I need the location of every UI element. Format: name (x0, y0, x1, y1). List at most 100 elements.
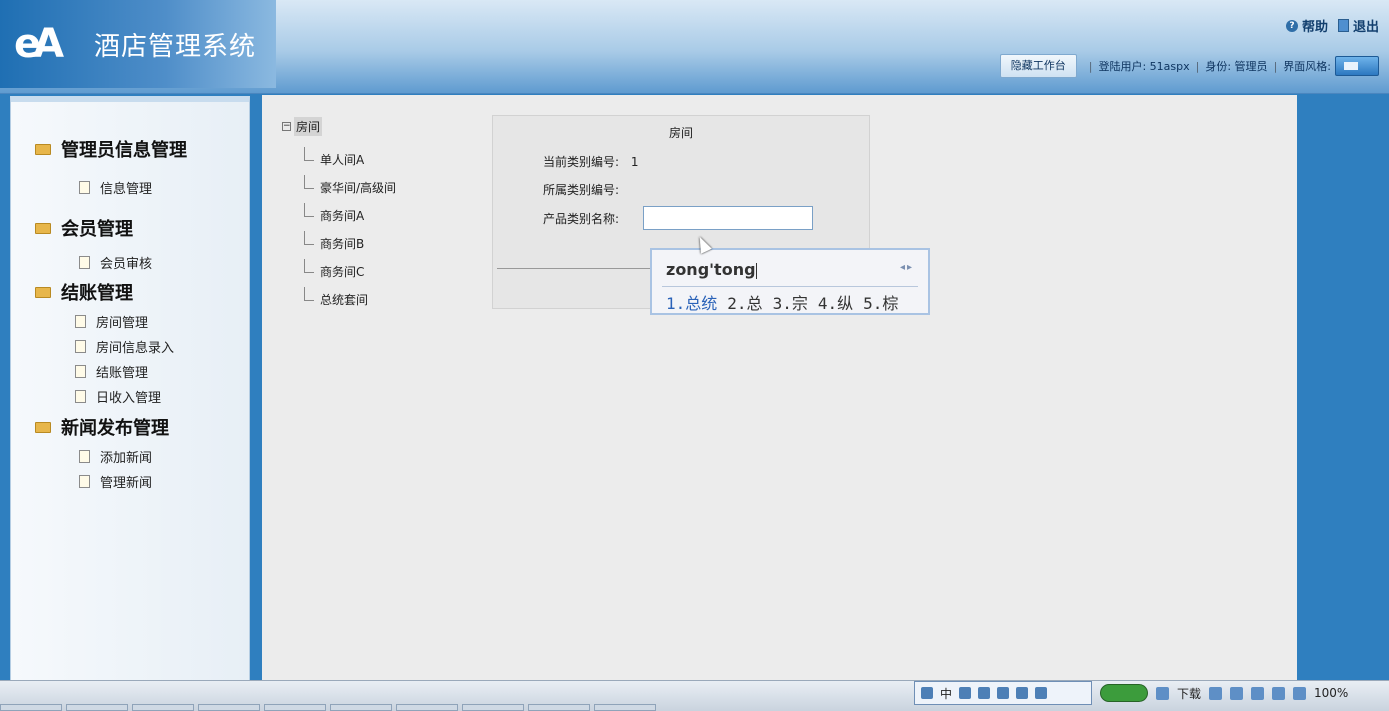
header: eA 酒店管理系统 ? 帮助 退出 隐藏工作台 | 登陆用户: 51aspx |… (0, 0, 1389, 94)
punctuation-icon[interactable] (978, 687, 991, 699)
category-name-input[interactable] (643, 206, 813, 230)
sidebar-item-info[interactable]: 信息管理 (79, 178, 152, 197)
collapse-icon[interactable]: − (282, 122, 291, 131)
document-icon (75, 365, 86, 378)
tree-node-label: 商务间A (320, 208, 365, 223)
ime-composition: zong'tong (666, 260, 757, 279)
ime-logo-icon[interactable] (921, 687, 933, 699)
sidebar-item-room-entry[interactable]: 房间信息录入 (75, 337, 174, 356)
user-icon[interactable] (1016, 687, 1029, 699)
sidebar-group-label: 新闻发布管理 (61, 418, 169, 439)
ime-toolbar: 中 (914, 681, 1092, 705)
ime-candidate[interactable]: 1.总统 (666, 290, 717, 314)
sidebar-item-manage-news[interactable]: 管理新闻 (79, 472, 152, 491)
ime-mode-label[interactable]: 中 (940, 685, 952, 702)
document-icon (79, 181, 90, 194)
taskbar-tab[interactable] (528, 704, 590, 711)
sidebar-item-add-news[interactable]: 添加新闻 (79, 447, 152, 466)
taskbar-tab[interactable] (264, 704, 326, 711)
sidebar-item-room-mgmt[interactable]: 房间管理 (75, 312, 148, 331)
separator: | (1273, 59, 1278, 73)
document-icon (75, 315, 86, 328)
taskbar-tab[interactable] (66, 704, 128, 711)
sidebar-item-label: 房间管理 (96, 316, 149, 331)
folder-icon (35, 143, 51, 155)
tree-node[interactable]: 商务间A (304, 201, 396, 229)
exit-label: 退出 (1352, 20, 1379, 35)
exit-link[interactable]: 退出 (1337, 16, 1379, 35)
tree-branch (304, 147, 314, 161)
hide-workbench-button[interactable]: 隐藏工作台 (999, 54, 1077, 78)
tree-node[interactable]: 商务间C (304, 257, 396, 285)
theme-label: 界面风格: (1283, 60, 1331, 73)
tree-node[interactable]: 单人间A (304, 145, 396, 173)
document-icon (75, 390, 86, 403)
exit-icon (1337, 19, 1349, 32)
sidebar-item-billing[interactable]: 结账管理 (75, 362, 148, 381)
logo-area: eA 酒店管理系统 (0, 0, 276, 88)
zoom-icon[interactable] (1293, 686, 1307, 700)
room-type-tree: − 房间 单人间A 豪华间/高级间 商务间A 商务间B 商务间C 总统套间 (282, 117, 396, 313)
sidebar-group-label: 会员管理 (61, 219, 133, 240)
user-role: 身份: 管理员 (1205, 60, 1268, 73)
tree-root[interactable]: − 房间 (282, 117, 396, 136)
tree-branch (304, 259, 314, 273)
browser-status: 下载 100% (1100, 684, 1348, 702)
taskbar-tab[interactable] (462, 704, 524, 711)
taskbar-tab[interactable] (132, 704, 194, 711)
tree-branch (304, 287, 314, 301)
parent-id-label: 所属类别编号: (543, 183, 620, 197)
tree-node-label: 单人间A (320, 152, 365, 167)
tree-node-label: 商务间B (320, 236, 365, 251)
taskbar-tab[interactable] (594, 704, 656, 711)
sidebar-group-label: 结账管理 (61, 283, 133, 304)
speaker-icon[interactable] (1272, 686, 1286, 700)
window-icon[interactable] (1209, 686, 1223, 700)
tree-node[interactable]: 总统套间 (304, 285, 396, 313)
help-link[interactable]: ? 帮助 (1285, 16, 1328, 35)
sidebar-group-admin[interactable]: 管理员信息管理 (35, 136, 187, 162)
taskbar-tab[interactable] (396, 704, 458, 711)
text-caret (755, 262, 757, 279)
tree-root-label: 房间 (294, 117, 323, 136)
tree-branch (304, 231, 314, 245)
sidebar-group-members[interactable]: 会员管理 (35, 215, 133, 241)
ime-candidates: 1.总统 2.总 3.宗 4.纵 5.棕 (666, 290, 898, 314)
sidebar-item-label: 会员审核 (100, 257, 153, 272)
taskbar-tab[interactable] (198, 704, 260, 711)
ime-candidate[interactable]: 2.总 (727, 290, 762, 314)
sidebar-group-news[interactable]: 新闻发布管理 (35, 414, 169, 440)
tree-node-label: 总统套间 (320, 292, 369, 307)
sidebar-item-label: 日收入管理 (96, 391, 162, 406)
download-label[interactable]: 下载 (1177, 685, 1201, 702)
tree-node-label: 商务间C (320, 264, 365, 279)
wrench-icon[interactable] (1035, 687, 1048, 699)
zoom-level[interactable]: 100% (1314, 686, 1348, 700)
document-icon (79, 475, 90, 488)
ime-candidate[interactable]: 3.宗 (773, 290, 808, 314)
current-id-value: 1 (630, 155, 639, 169)
sidebar-item-member-review[interactable]: 会员审核 (79, 253, 152, 272)
sidebar-item-daily-income[interactable]: 日收入管理 (75, 387, 161, 406)
download-icon[interactable] (1156, 686, 1169, 700)
name-label: 产品类别名称: (543, 212, 620, 226)
monitor-icon[interactable] (1251, 686, 1265, 700)
document-icon (79, 256, 90, 269)
folder-icon (35, 286, 51, 298)
ime-candidate[interactable]: 5.棕 (863, 290, 898, 314)
ime-candidate[interactable]: 4.纵 (818, 290, 853, 314)
ime-page-arrows-icon[interactable]: ◂▸ (900, 262, 914, 273)
theme-dropdown-button[interactable] (1335, 56, 1379, 76)
keyboard-icon[interactable] (997, 687, 1010, 699)
tree-node[interactable]: 商务间B (304, 229, 396, 257)
taskbar-tab[interactable] (0, 704, 62, 711)
divider (662, 286, 918, 287)
sidebar-item-label: 信息管理 (100, 182, 153, 197)
document-icon[interactable] (1230, 686, 1244, 700)
sidebar-group-billing[interactable]: 结账管理 (35, 279, 133, 305)
tree-node[interactable]: 豪华间/高级间 (304, 173, 396, 201)
moon-icon[interactable] (959, 687, 972, 699)
taskbar-tab[interactable] (330, 704, 392, 711)
parent-id-row: 所属类别编号: (543, 181, 619, 198)
toggle-switch[interactable] (1100, 684, 1148, 702)
